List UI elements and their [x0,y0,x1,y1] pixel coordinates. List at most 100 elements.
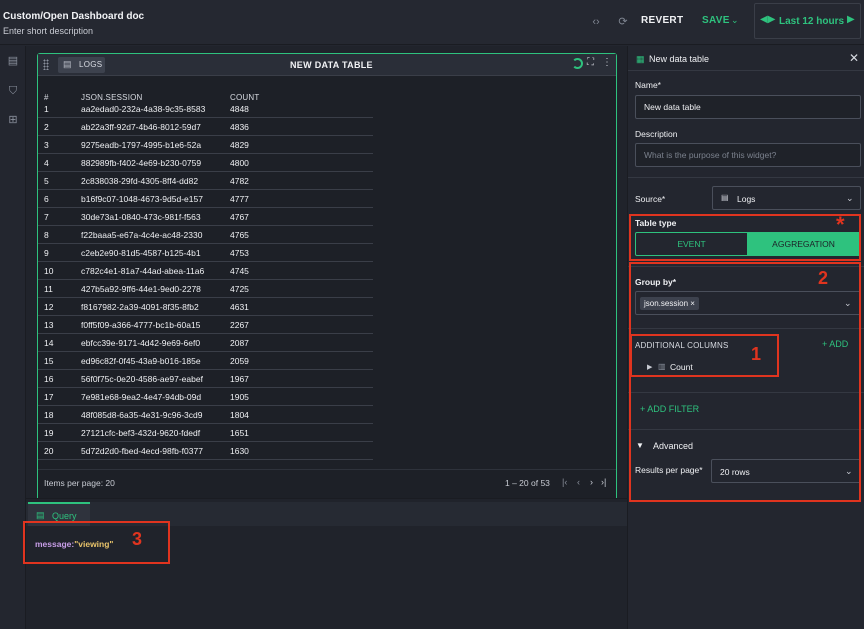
row-index: 3 [44,140,49,150]
row-index: 9 [44,248,49,258]
row-session: 56f0f75c-0e20-4586-ae97-eabef [81,374,203,384]
data-table-widget[interactable]: ▤ LOGS NEW DATA TABLE ⛶ ⋮ # JSON.SESSION… [37,53,617,513]
row-count: 4782 [230,176,249,186]
widget-header: ▤ LOGS NEW DATA TABLE ⛶ ⋮ [38,54,616,76]
divider [628,177,864,178]
table-row[interactable]: 16 56f0f75c-0e20-4586-ae97-eabef 1967 [38,370,373,388]
table-row[interactable]: 20 5d72d2d0-fbed-4ecd-98fb-f0377 1630 [38,442,373,460]
row-index: 7 [44,212,49,222]
row-index: 1 [44,104,49,114]
row-count: 4745 [230,266,249,276]
loading-spinner-icon [572,58,583,69]
name-input[interactable] [635,95,861,119]
time-prev-icon[interactable]: ◀▶ [760,14,775,25]
refresh-icon[interactable]: ⟳ [615,14,631,30]
row-index: 2 [44,122,49,132]
table-view-icon[interactable]: ▤ [5,53,21,69]
first-page-icon[interactable]: |‹ [562,477,567,487]
table-row[interactable]: 11 427b5a92-9ff6-44e1-9ed0-2278 4725 [38,280,373,298]
row-session: c2eb2e90-81d5-4587-b125-4b1 [81,248,201,258]
chevron-down-icon: ⌄ [846,193,854,203]
more-options-icon[interactable]: ⋮ [602,57,612,68]
table-row[interactable]: 2 ab22a3ff-92d7-4b46-8012-59d7 4836 [38,118,373,136]
pagination-range: 1 – 20 of 53 [505,478,550,488]
annotation-number-3: 3 [132,529,143,549]
row-count: 1630 [230,446,249,456]
row-session: 27121cfc-bef3-432d-9620-fdedf [81,428,201,438]
query-icon: ▤ [36,510,45,520]
description-label: Description [635,129,678,139]
table-row[interactable]: 17 7e981e68-9ea2-4e47-94db-09d 1905 [38,388,373,406]
table-row[interactable]: 9 c2eb2e90-81d5-4587-b125-4b1 4753 [38,244,373,262]
table-footer: Items per page: 20 1 – 20 of 53 |‹ ‹ › ›… [38,469,616,491]
time-range-picker[interactable]: ◀▶ Last 12 hours ▶ [754,3,861,39]
prev-page-icon[interactable]: ‹ [577,477,580,487]
row-session: c782c4e1-81a7-44ad-abea-11a6 [81,266,205,276]
row-index: 14 [44,338,54,348]
row-index: 20 [44,446,54,456]
row-count: 4631 [230,302,249,312]
fullscreen-icon[interactable]: ⛶ [587,57,594,68]
dashboard-canvas: ▤ LOGS NEW DATA TABLE ⛶ ⋮ # JSON.SESSION… [26,46,627,513]
row-index: 6 [44,194,49,204]
table-row[interactable]: 12 f8167982-2a39-4091-8f35-8fb2 4631 [38,298,373,316]
table-row[interactable]: 1 aa2edad0-232a-4a38-9c35-8583 4848 [38,100,373,118]
annotation-box-3 [23,521,170,564]
time-next-icon[interactable]: ▶ [847,14,855,25]
table-row[interactable]: 8 f22baaa5-e67a-4c4e-ac48-2330 4765 [38,226,373,244]
row-count: 1651 [230,428,249,438]
table-row[interactable]: 14 ebfcc39e-9171-4d42-9e69-6ef0 2087 [38,334,373,352]
description-input[interactable] [635,143,861,167]
next-page-icon[interactable]: › [590,477,593,487]
widget-settings-panel: ▦ New data table ✕ Name* Description Sou… [627,46,864,629]
row-count: 2267 [230,320,249,330]
table-row[interactable]: 19 27121cfc-bef3-432d-9620-fdedf 1651 [38,424,373,442]
table-row[interactable]: 6 b16f9c07-1048-4673-9d5d-e157 4777 [38,190,373,208]
row-index: 4 [44,158,49,168]
row-count: 4848 [230,104,249,114]
row-count: 4836 [230,122,249,132]
dashboard-description[interactable]: Enter short description [3,26,93,36]
table-row[interactable]: 15 ed96c82f-0f45-43a9-b016-185e 2059 [38,352,373,370]
save-button[interactable]: SAVE [702,15,730,26]
drag-handle-icon[interactable] [43,59,49,70]
table-row[interactable]: 3 9275eadb-1797-4995-b1e6-52a 4829 [38,136,373,154]
row-index: 15 [44,356,54,366]
annotation-box-2 [629,262,861,502]
logs-icon: ▤ [63,59,72,69]
row-index: 12 [44,302,54,312]
source-label: Source* [635,194,666,204]
filter-icon[interactable]: ⛉ [5,83,21,99]
panel-title: New data table [649,54,710,64]
table-row[interactable]: 5 2c838038-29fd-4305-8ff4-dd82 4782 [38,172,373,190]
row-session: ab22a3ff-92d7-4b46-8012-59d7 [81,122,201,132]
last-page-icon[interactable]: ›| [601,477,606,487]
row-session: ebfcc39e-9171-4d42-9e69-6ef0 [81,338,201,348]
table-icon: ▦ [636,54,645,64]
table-row[interactable]: 4 882989fb-f402-4e69-b230-0759 4800 [38,154,373,172]
source-select[interactable]: ▤ Logs ⌄ [712,186,861,210]
revert-button[interactable]: REVERT [641,15,683,26]
row-index: 8 [44,230,49,240]
row-session: aa2edad0-232a-4a38-9c35-8583 [81,104,206,114]
add-widget-icon[interactable]: ⊞ [5,112,21,128]
table-row[interactable]: 13 f0ff5f09-a366-4777-bc1b-60a15 2267 [38,316,373,334]
table-row[interactable]: 18 48f085d8-6a35-4e31-9c96-3cd9 1804 [38,406,373,424]
code-icon[interactable]: ‹› [588,14,604,30]
source-value: Logs [737,194,756,204]
logs-tab-label: LOGS [79,60,103,69]
logs-source-tab[interactable]: ▤ LOGS [58,57,105,73]
save-menu-chevron-icon[interactable]: ⌄ [731,15,739,26]
dashboard-title[interactable]: Custom/Open Dashboard doc [3,11,144,22]
row-index: 10 [44,266,54,276]
row-count: 1804 [230,410,249,420]
close-icon[interactable]: ✕ [849,51,859,65]
table-row[interactable]: 10 c782c4e1-81a7-44ad-abea-11a6 4745 [38,262,373,280]
row-count: 2087 [230,338,249,348]
table-row[interactable]: 7 30de73a1-0840-473c-981f-f563 4767 [38,208,373,226]
row-count: 1967 [230,374,249,384]
row-count: 4767 [230,212,249,222]
row-session: b16f9c07-1048-4673-9d5d-e157 [81,194,203,204]
row-count: 4725 [230,284,249,294]
items-per-page[interactable]: Items per page: 20 [44,478,115,488]
